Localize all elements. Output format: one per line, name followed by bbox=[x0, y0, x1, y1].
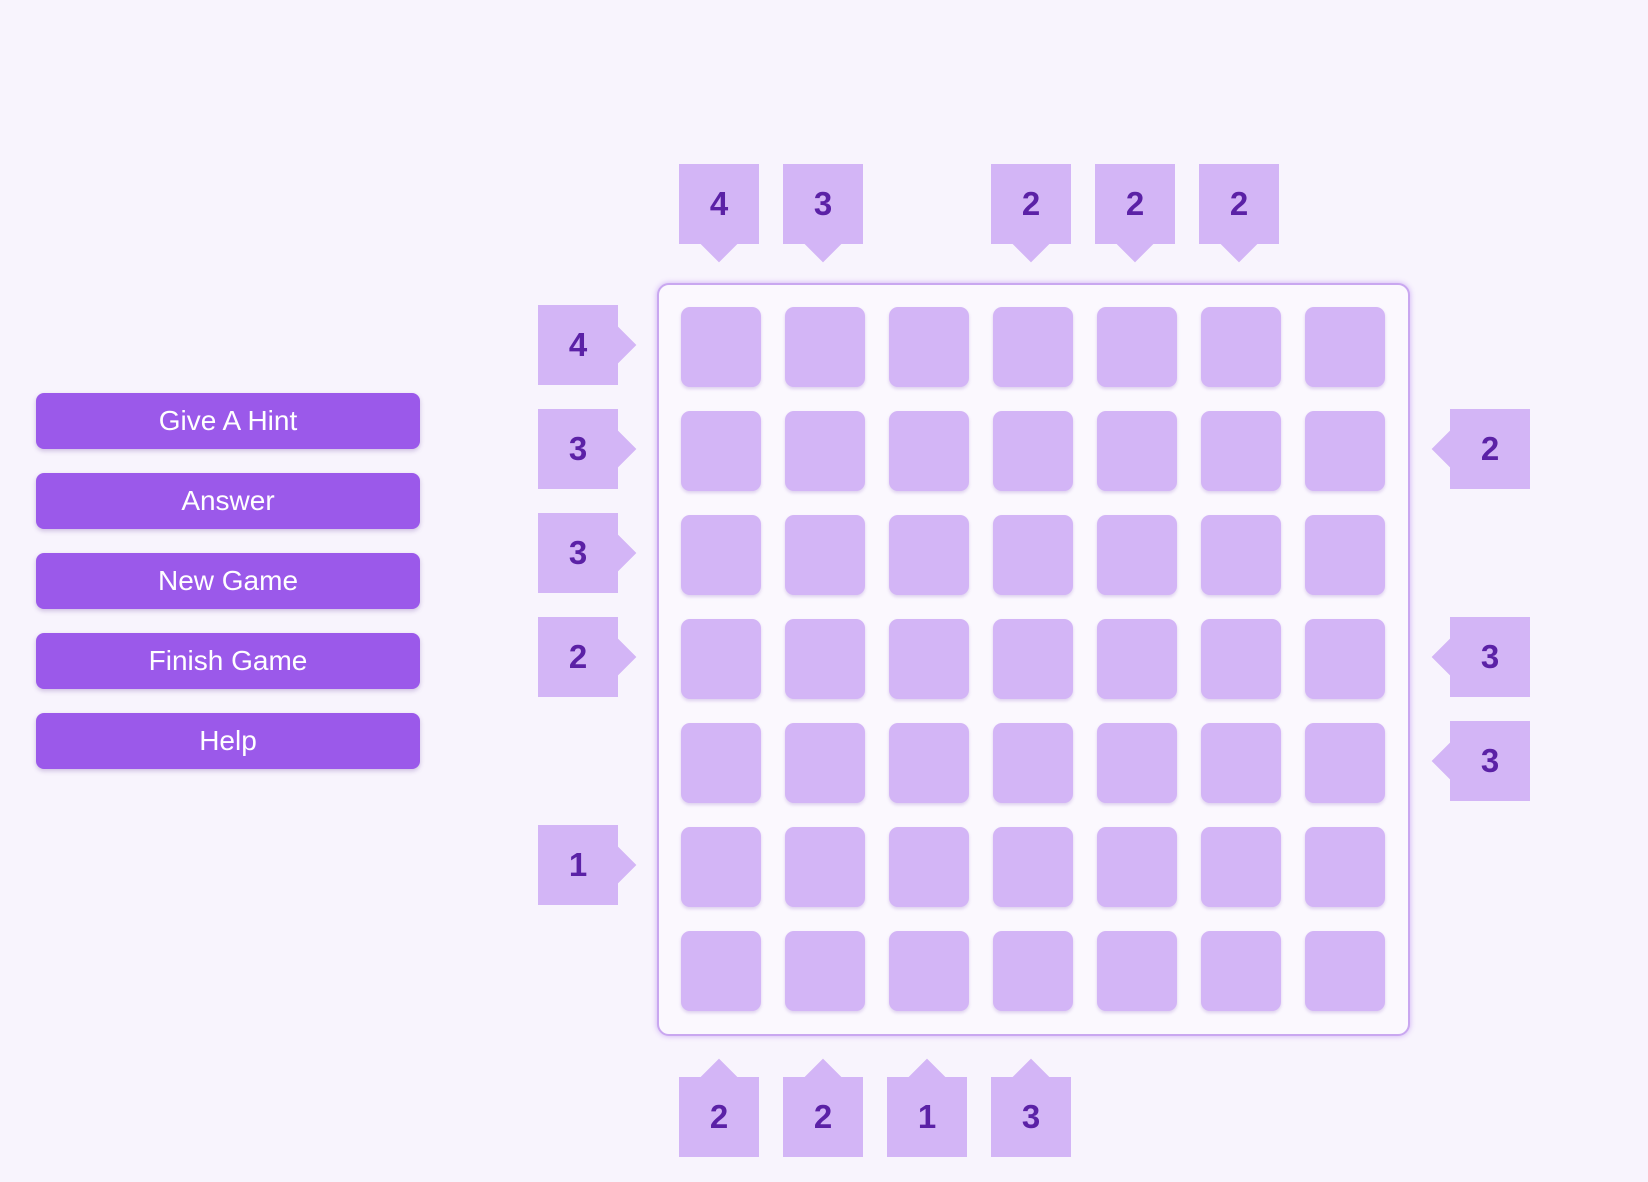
grid-cell-r3-c6[interactable] bbox=[1201, 515, 1281, 595]
answer-button[interactable]: Answer bbox=[36, 473, 420, 529]
grid-cell-r3-c1[interactable] bbox=[681, 515, 761, 595]
clue-value: 3 bbox=[1480, 638, 1500, 675]
grid-cell-r7-c1[interactable] bbox=[681, 931, 761, 1011]
grid-cell-r5-c2[interactable] bbox=[785, 723, 865, 803]
grid-cell-r4-c6[interactable] bbox=[1201, 619, 1281, 699]
grid-cell-r3-c7[interactable] bbox=[1305, 515, 1385, 595]
grid-cell-r3-c2[interactable] bbox=[785, 515, 865, 595]
grid-cell-r5-c1[interactable] bbox=[681, 723, 761, 803]
grid-cell-r7-c2[interactable] bbox=[785, 931, 865, 1011]
clue-value: 4 bbox=[709, 185, 729, 222]
grid-cell-r6-c3[interactable] bbox=[889, 827, 969, 907]
clue-value: 1 bbox=[568, 846, 588, 883]
grid-cell-r5-c5[interactable] bbox=[1097, 723, 1177, 803]
grid-cell-r3-c5[interactable] bbox=[1097, 515, 1177, 595]
clue-left-4: 2 bbox=[538, 617, 618, 697]
clue-bottom-3: 1 bbox=[887, 1077, 967, 1157]
grid-cell-r1-c2[interactable] bbox=[785, 307, 865, 387]
clue-value: 3 bbox=[568, 430, 588, 467]
clue-top-1: 4 bbox=[679, 164, 759, 244]
clue-bottom-1: 2 bbox=[679, 1077, 759, 1157]
grid-cell-r2-c5[interactable] bbox=[1097, 411, 1177, 491]
grid-cell-r3-c3[interactable] bbox=[889, 515, 969, 595]
clue-top-5: 2 bbox=[1095, 164, 1175, 244]
grid-cell-r6-c7[interactable] bbox=[1305, 827, 1385, 907]
grid-cell-r4-c1[interactable] bbox=[681, 619, 761, 699]
clue-top-4: 2 bbox=[991, 164, 1071, 244]
clue-right-4: 3 bbox=[1450, 617, 1530, 697]
clue-value: 2 bbox=[1125, 185, 1145, 222]
clue-value: 1 bbox=[917, 1098, 937, 1135]
grid-cell-r4-c7[interactable] bbox=[1305, 619, 1385, 699]
grid-cell-r3-c4[interactable] bbox=[993, 515, 1073, 595]
grid-cell-r5-c6[interactable] bbox=[1201, 723, 1281, 803]
grid-cell-r6-c5[interactable] bbox=[1097, 827, 1177, 907]
grid-cell-r4-c3[interactable] bbox=[889, 619, 969, 699]
new-game-button[interactable]: New Game bbox=[36, 553, 420, 609]
grid-cell-r7-c7[interactable] bbox=[1305, 931, 1385, 1011]
grid-cell-r1-c6[interactable] bbox=[1201, 307, 1281, 387]
grid-cell-r1-c1[interactable] bbox=[681, 307, 761, 387]
clue-value: 2 bbox=[568, 638, 588, 675]
clue-value: 4 bbox=[568, 326, 588, 363]
clue-left-3: 3 bbox=[538, 513, 618, 593]
grid-cell-r6-c2[interactable] bbox=[785, 827, 865, 907]
grid-cell-r5-c7[interactable] bbox=[1305, 723, 1385, 803]
clue-value: 3 bbox=[568, 534, 588, 571]
clue-value: 2 bbox=[1021, 185, 1041, 222]
clue-left-1: 4 bbox=[538, 305, 618, 385]
clue-value: 2 bbox=[709, 1098, 729, 1135]
clue-top-2: 3 bbox=[783, 164, 863, 244]
clue-value: 2 bbox=[1229, 185, 1249, 222]
clue-value: 2 bbox=[813, 1098, 833, 1135]
puzzle-grid bbox=[681, 307, 1385, 1011]
clue-left-6: 1 bbox=[538, 825, 618, 905]
puzzle-board bbox=[657, 283, 1410, 1036]
grid-cell-r6-c4[interactable] bbox=[993, 827, 1073, 907]
grid-cell-r1-c3[interactable] bbox=[889, 307, 969, 387]
grid-cell-r6-c6[interactable] bbox=[1201, 827, 1281, 907]
grid-cell-r4-c4[interactable] bbox=[993, 619, 1073, 699]
grid-cell-r4-c5[interactable] bbox=[1097, 619, 1177, 699]
clue-right-5: 3 bbox=[1450, 721, 1530, 801]
grid-cell-r7-c5[interactable] bbox=[1097, 931, 1177, 1011]
grid-cell-r2-c4[interactable] bbox=[993, 411, 1073, 491]
grid-cell-r7-c6[interactable] bbox=[1201, 931, 1281, 1011]
grid-cell-r7-c3[interactable] bbox=[889, 931, 969, 1011]
clue-left-2: 3 bbox=[538, 409, 618, 489]
clue-value: 3 bbox=[1021, 1098, 1041, 1135]
clue-value: 2 bbox=[1480, 430, 1500, 467]
grid-cell-r1-c4[interactable] bbox=[993, 307, 1073, 387]
finish-game-button[interactable]: Finish Game bbox=[36, 633, 420, 689]
grid-cell-r2-c6[interactable] bbox=[1201, 411, 1281, 491]
give-hint-button[interactable]: Give A Hint bbox=[36, 393, 420, 449]
grid-cell-r5-c3[interactable] bbox=[889, 723, 969, 803]
grid-cell-r2-c1[interactable] bbox=[681, 411, 761, 491]
grid-cell-r2-c2[interactable] bbox=[785, 411, 865, 491]
grid-cell-r1-c5[interactable] bbox=[1097, 307, 1177, 387]
help-button[interactable]: Help bbox=[36, 713, 420, 769]
clue-bottom-4: 3 bbox=[991, 1077, 1071, 1157]
grid-cell-r7-c4[interactable] bbox=[993, 931, 1073, 1011]
control-panel: Give A Hint Answer New Game Finish Game … bbox=[36, 393, 420, 793]
clue-bottom-2: 2 bbox=[783, 1077, 863, 1157]
clue-right-2: 2 bbox=[1450, 409, 1530, 489]
clue-top-6: 2 bbox=[1199, 164, 1279, 244]
grid-cell-r1-c7[interactable] bbox=[1305, 307, 1385, 387]
grid-cell-r2-c7[interactable] bbox=[1305, 411, 1385, 491]
clue-value: 3 bbox=[813, 185, 833, 222]
grid-cell-r4-c2[interactable] bbox=[785, 619, 865, 699]
grid-cell-r2-c3[interactable] bbox=[889, 411, 969, 491]
clue-value: 3 bbox=[1480, 742, 1500, 779]
grid-cell-r5-c4[interactable] bbox=[993, 723, 1073, 803]
grid-cell-r6-c1[interactable] bbox=[681, 827, 761, 907]
